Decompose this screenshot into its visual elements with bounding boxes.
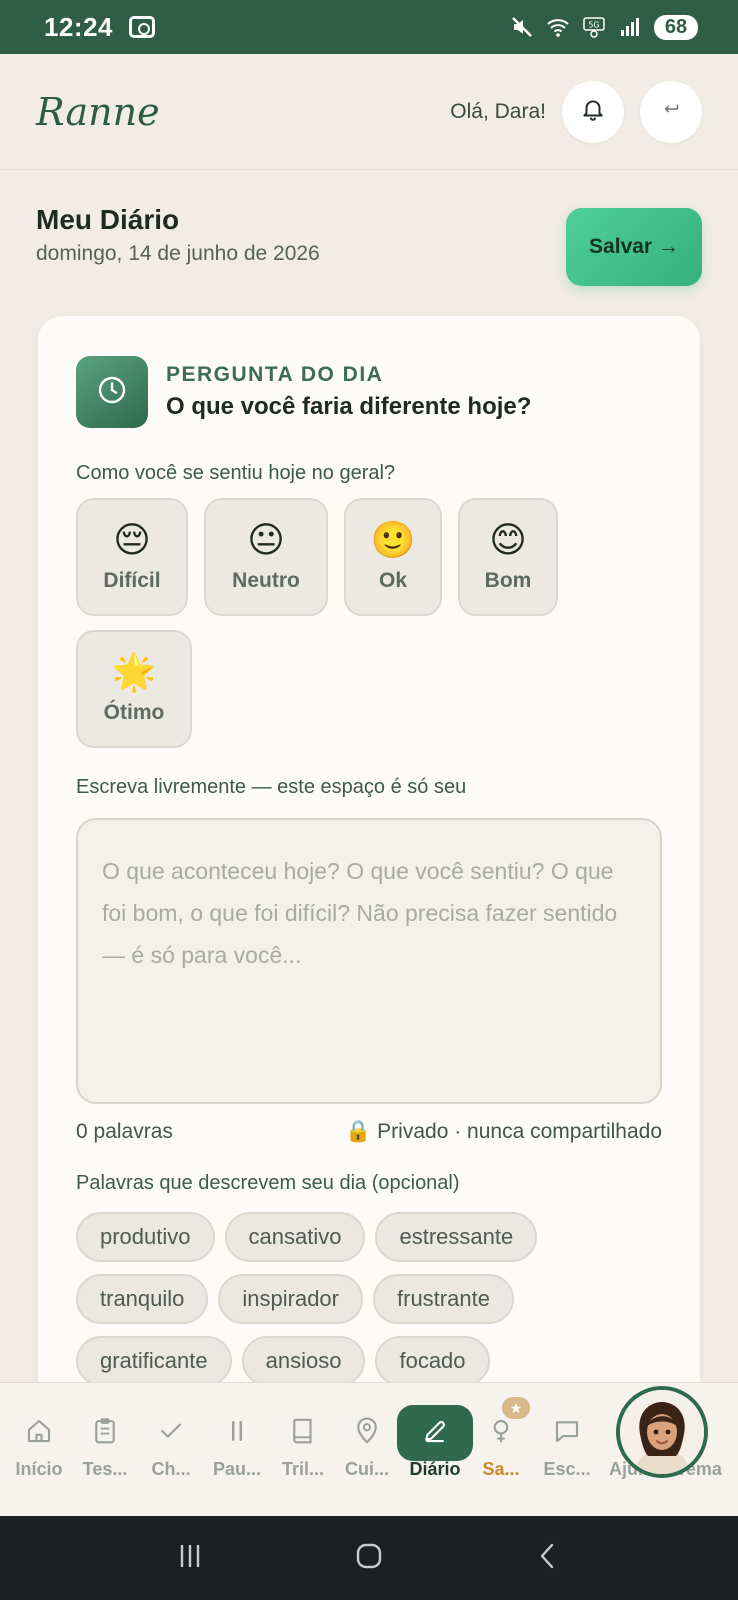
journal-card: PERGUNTA DO DIA O que você faria diferen… — [38, 316, 700, 1416]
recents-icon — [180, 1544, 199, 1567]
status-bar: 12:24 5G 68 — [0, 0, 738, 54]
mood-label: Difícil — [103, 569, 161, 592]
nav-label: Pau... — [212, 1459, 261, 1479]
tag-chip[interactable]: ansioso — [241, 1336, 366, 1386]
smile-icon: 😊 — [489, 520, 527, 561]
recent-apps-button[interactable] — [174, 1540, 206, 1577]
home-icon — [23, 1415, 55, 1447]
status-icons: 5G 68 — [510, 14, 698, 40]
slight-smile-icon: 🙂 — [370, 520, 416, 561]
check-icon — [155, 1415, 187, 1447]
journal-textarea[interactable] — [102, 850, 636, 1072]
journal-prompt: Escreva livremente — este espaço é só se… — [76, 776, 467, 798]
pause-icon — [221, 1415, 253, 1447]
page-header: Meu Diário domingo, 14 de junho de 2026 … — [36, 204, 702, 288]
question-label: PERGUNTA DO DIA — [166, 363, 384, 386]
home-circle-icon — [356, 1543, 382, 1568]
app-header: Ranne Olá, Dara! — [0, 54, 738, 170]
chat-icon — [551, 1415, 583, 1447]
nav-item-checkin[interactable]: Ch... — [138, 1383, 204, 1517]
back-chevron-icon — [541, 1543, 554, 1568]
neutral-face-icon: 😐 — [247, 520, 285, 561]
question-text: O que você faria diferente hoje? — [166, 393, 532, 420]
mood-option-ok[interactable]: 🙂 Ok — [344, 498, 442, 616]
mute-icon — [510, 15, 534, 39]
tag-chip[interactable]: inspirador — [218, 1274, 363, 1324]
star-icon: 🌟 — [111, 652, 157, 693]
mood-option-otimo[interactable]: 🌟 Ótimo — [76, 630, 192, 748]
home-button[interactable] — [353, 1540, 385, 1577]
screen-record-icon — [129, 16, 155, 38]
nav-label: Tes... — [82, 1459, 128, 1479]
female-icon — [485, 1415, 517, 1447]
tag-chip[interactable]: cansativo — [224, 1212, 366, 1262]
book-icon — [287, 1415, 319, 1447]
nav-item-cuidado[interactable]: Cui... — [334, 1383, 400, 1517]
woman-avatar-icon — [620, 1390, 704, 1474]
nav-label: Esc... — [543, 1459, 591, 1479]
mood-label: Ok — [378, 569, 407, 592]
nav-label: Ch... — [151, 1459, 191, 1479]
tag-chip[interactable]: focado — [375, 1336, 490, 1386]
map-pin-icon — [351, 1415, 383, 1447]
network-5g-icon: 5G — [582, 15, 606, 39]
status-time: 12:24 — [44, 11, 113, 42]
brand-logo[interactable]: Ranne — [36, 90, 160, 134]
signal-icon — [618, 15, 642, 39]
pen-icon — [419, 1415, 451, 1447]
tag-chip[interactable]: produtivo — [76, 1212, 215, 1262]
privacy-note: 🔒 Privado · nunca compartilhado — [345, 1120, 662, 1143]
nav-label: Início — [15, 1459, 63, 1479]
nav-item-pausa[interactable]: Pau... — [204, 1383, 270, 1517]
clipboard-icon — [89, 1415, 121, 1447]
save-button[interactable]: Salvar → — [566, 208, 702, 286]
tags-prompt: Palavras que descrevem seu dia (opcional… — [76, 1172, 460, 1194]
nav-item-saude[interactable]: ★ Sa... — [468, 1383, 534, 1517]
assistant-avatar[interactable] — [616, 1386, 708, 1478]
mood-label: Ótimo — [103, 701, 165, 724]
return-icon — [660, 98, 682, 125]
clock-icon — [96, 374, 128, 411]
question-of-day: PERGUNTA DO DIA O que você faria diferen… — [76, 356, 531, 428]
mood-option-bom[interactable]: 😊 Bom — [458, 498, 558, 616]
nav-item-diario[interactable]: Diário — [397, 1383, 473, 1517]
star-badge: ★ — [502, 1397, 530, 1419]
nav-item-inicio[interactable]: Início — [6, 1383, 72, 1517]
nav-item-testes[interactable]: Tes... — [72, 1383, 138, 1517]
journal-entry-box — [76, 818, 662, 1104]
tag-list: produtivo cansativo estressante tranquil… — [76, 1212, 676, 1398]
nav-label: Sa... — [482, 1459, 520, 1479]
greeting: Olá, Dara! — [450, 99, 546, 123]
nav-label: Cui... — [345, 1459, 389, 1479]
clock-badge — [76, 356, 148, 428]
nav-item-trilhas[interactable]: Tril... — [270, 1383, 336, 1517]
nav-item-escuta[interactable]: Esc... — [534, 1383, 600, 1517]
word-count: 0 palavras — [76, 1120, 173, 1143]
tag-chip[interactable]: gratificante — [76, 1336, 232, 1386]
mood-label: Neutro — [232, 569, 300, 592]
system-nav-bar — [0, 1516, 738, 1600]
bell-icon — [580, 96, 606, 127]
tag-chip[interactable]: tranquilo — [76, 1274, 209, 1324]
wifi-icon — [546, 15, 570, 39]
mood-prompt: Como você se sentiu hoje no geral? — [76, 462, 396, 484]
logout-button[interactable] — [640, 80, 702, 143]
tag-chip[interactable]: estressante — [375, 1212, 538, 1262]
tag-chip[interactable]: frustrante — [373, 1274, 514, 1324]
battery-indicator: 68 — [654, 14, 698, 40]
journal-meta: 0 palavras 🔒 Privado · nunca compartilha… — [76, 1120, 662, 1144]
mood-label: Bom — [484, 569, 532, 592]
svg-text:5G: 5G — [588, 21, 599, 30]
mood-option-dificil[interactable]: 😔 Difícil — [76, 498, 188, 616]
nav-label: Tril... — [281, 1459, 324, 1479]
notifications-button[interactable] — [562, 80, 624, 143]
sad-face-icon: 😔 — [113, 520, 151, 561]
mood-option-neutro[interactable]: 😐 Neutro — [204, 498, 328, 616]
back-button[interactable] — [532, 1540, 564, 1577]
nav-label: Diário — [409, 1459, 461, 1479]
